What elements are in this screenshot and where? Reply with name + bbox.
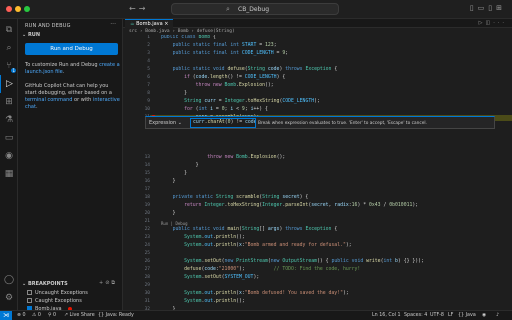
toggle-panel-icon[interactable]: ▭ (478, 4, 489, 12)
checkbox[interactable] (27, 290, 32, 295)
end-of-line[interactable]: LF (448, 313, 453, 318)
layout-controls: ▯▭▯⊞ (470, 4, 506, 12)
run-and-debug-sidebar: RUN AND DEBUG ··· ⌄ RUN Run and Debug To… (18, 19, 123, 312)
checkbox[interactable] (27, 298, 32, 303)
breakpoints-header[interactable]: ⌄ BREAKPOINTS (22, 281, 68, 287)
code-line: return Integer.toHexString(Integer.parse… (184, 203, 419, 208)
code-line: System.out.println(x:"Bomb armed and rea… (184, 243, 352, 248)
code-line: } (161, 179, 176, 184)
toggle-secondary-sidebar-icon[interactable]: ▯ (488, 4, 496, 12)
code-line: System.out.println(); (184, 235, 245, 240)
breakpoint-uncaught-exceptions[interactable]: Uncaught Exceptions (27, 290, 88, 296)
remove-all-breakpoints-icon[interactable]: ⧉ (111, 280, 117, 286)
code-line: throw new Bomb.Explosion(); (195, 83, 274, 88)
code-line: System.setOut(SYSTEM_OUT); (184, 275, 260, 280)
code-line: public static final int CODE_LENGTH = 9; (172, 51, 289, 56)
codelens-run-debug[interactable]: Run | Debug (161, 221, 188, 226)
condition-type-select[interactable]: Expression ⌄ (149, 119, 187, 127)
code-line: System.setOut(new PrintStream(new Output… (184, 259, 424, 264)
terminal-command-link[interactable]: terminal command (25, 97, 72, 103)
source-control-icon[interactable]: ⑂ 1 (0, 57, 18, 75)
customize-layout-icon[interactable]: ⊞ (496, 4, 506, 12)
expression-hint: Break when expression evaluates to true.… (258, 121, 427, 126)
remote-explorer-icon[interactable]: ▭ (0, 129, 18, 147)
code-line: throw new Bomb.Explosion(); (207, 155, 286, 160)
code-line: private static String scramble(String se… (172, 195, 309, 200)
settings-gear-icon[interactable]: ⚙ (0, 289, 18, 307)
close-window-button[interactable] (6, 6, 12, 12)
warnings-count[interactable]: ⚠ 0 (32, 313, 41, 318)
breakpoint-caught-exceptions[interactable]: Caught Exceptions (27, 298, 82, 304)
source-control-badge: 1 (11, 68, 16, 73)
search-icon[interactable]: ⌕ (0, 39, 18, 57)
breadcrumb[interactable]: src › Bomb.java › Bomb › defuse(String) (129, 28, 235, 35)
breakpoints-actions: +⊘⧉ (99, 280, 117, 286)
launch-json-hint: To customize Run and Debug create a laun… (25, 62, 120, 75)
code-line: public static void main(String[] args) t… (172, 227, 338, 232)
sidebar-title: RUN AND DEBUG (25, 23, 71, 29)
ports-count[interactable]: ⚲ 0 (48, 313, 56, 318)
encoding[interactable]: UTF-8 (430, 313, 444, 318)
code-line: System.out.println(x:"Bomb defused! You … (184, 291, 349, 296)
code-line: } (161, 211, 176, 216)
back-arrow-icon[interactable]: ← (129, 4, 139, 13)
expression-bar: Expression ⌄ curr.charAt(0) != code.char… (145, 116, 495, 129)
copilot-icon[interactable]: ◉ (0, 147, 18, 165)
extensions-icon[interactable]: ⊞ (0, 93, 18, 111)
java-status[interactable]: {} Java: Ready (98, 313, 134, 318)
notifications-bell-icon[interactable]: ♪ (496, 313, 499, 318)
toggle-primary-sidebar-icon[interactable]: ▯ (470, 4, 478, 12)
code-line: for (int i = 0; i < 9; i++) { (184, 107, 268, 112)
code-line: public static void defuse(String code) t… (172, 67, 338, 72)
copilot-status-icon[interactable]: ◉ (482, 313, 486, 318)
zoom-window-button[interactable] (24, 6, 30, 12)
code-line: System.out.println(); (184, 299, 245, 304)
language-mode[interactable]: {} Java (458, 313, 476, 318)
more-actions-icon[interactable]: ··· (110, 21, 116, 28)
status-bar: ⋊ ⊗ 0 ⚠ 0 ⚲ 0 ↗ Live Share {} Java: Read… (0, 310, 512, 320)
forward-arrow-icon[interactable]: → (139, 4, 149, 13)
code-line: public class Bomb { (161, 35, 216, 40)
code-line: } (161, 163, 199, 168)
account-icon[interactable]: ◯ (0, 271, 18, 289)
testing-icon[interactable]: ⚗ (0, 111, 18, 129)
editor-actions: ▷◫··· (479, 20, 507, 26)
code-editor[interactable]: 1 public class Bomb { 2 public static fin… (123, 35, 512, 310)
minimize-window-button[interactable] (15, 6, 21, 12)
conditional-breakpoint-widget: Expression ⌄ curr.charAt(0) != code.char… (145, 116, 495, 151)
copilot-hint: GitHub Copilot Chat can help you start d… (25, 83, 120, 110)
run-and-debug-button[interactable]: Run and Debug (25, 43, 118, 55)
code-line: if (code.length() != CODE_LENGTH) { (184, 75, 286, 80)
more-actions-icon[interactable]: ··· (493, 20, 507, 26)
code-line: String curr = Integer.toHexString(CODE_L… (184, 99, 320, 104)
code-line: } (161, 91, 187, 96)
command-center[interactable]: ⌕ CB_Debug (171, 3, 339, 15)
java-icon: {} (98, 313, 106, 318)
tab-bomb-java[interactable]: ☕ Bomb.java × (125, 19, 174, 28)
title-bar: ←→ ⌕ CB_Debug ▯▭▯⊞ (0, 0, 512, 19)
chevron-down-icon: ⌄ (177, 120, 182, 126)
window-title: CB_Debug (238, 6, 270, 13)
run-and-debug-icon[interactable]: ▷ (0, 75, 18, 93)
explorer-icon[interactable]: ⧉ (0, 21, 18, 39)
errors-count[interactable]: ⊗ 0 (17, 313, 26, 318)
expression-input[interactable]: curr.charAt(0) != code.charAt(i) (190, 118, 256, 128)
close-tab-icon[interactable]: × (163, 21, 168, 27)
search-icon: ⌕ (226, 5, 230, 13)
navigation-arrows: ←→ (129, 4, 148, 13)
remote-indicator-icon[interactable]: ⋊ (0, 311, 12, 320)
code-line: public static final int START = 123; (172, 43, 277, 48)
code-line: defuse(code:"21000"); // TODO: Find the … (184, 267, 361, 272)
editor-tabs: ☕ Bomb.java × ▷◫··· (123, 19, 512, 28)
chat-icon[interactable]: ▦ (0, 165, 18, 183)
live-share-button[interactable]: ↗ Live Share (64, 313, 95, 318)
indentation[interactable]: Spaces: 4 (404, 313, 427, 318)
run-section-header[interactable]: ⌄ RUN (22, 32, 40, 38)
cursor-position[interactable]: Ln 16, Col 1 (372, 313, 401, 318)
activity-bar: ⧉ ⌕ ⑂ 1 ▷ ⊞ ⚗ ▭ ◉ ▦ ◯ ⚙ (0, 19, 18, 310)
code-line: } (161, 171, 187, 176)
